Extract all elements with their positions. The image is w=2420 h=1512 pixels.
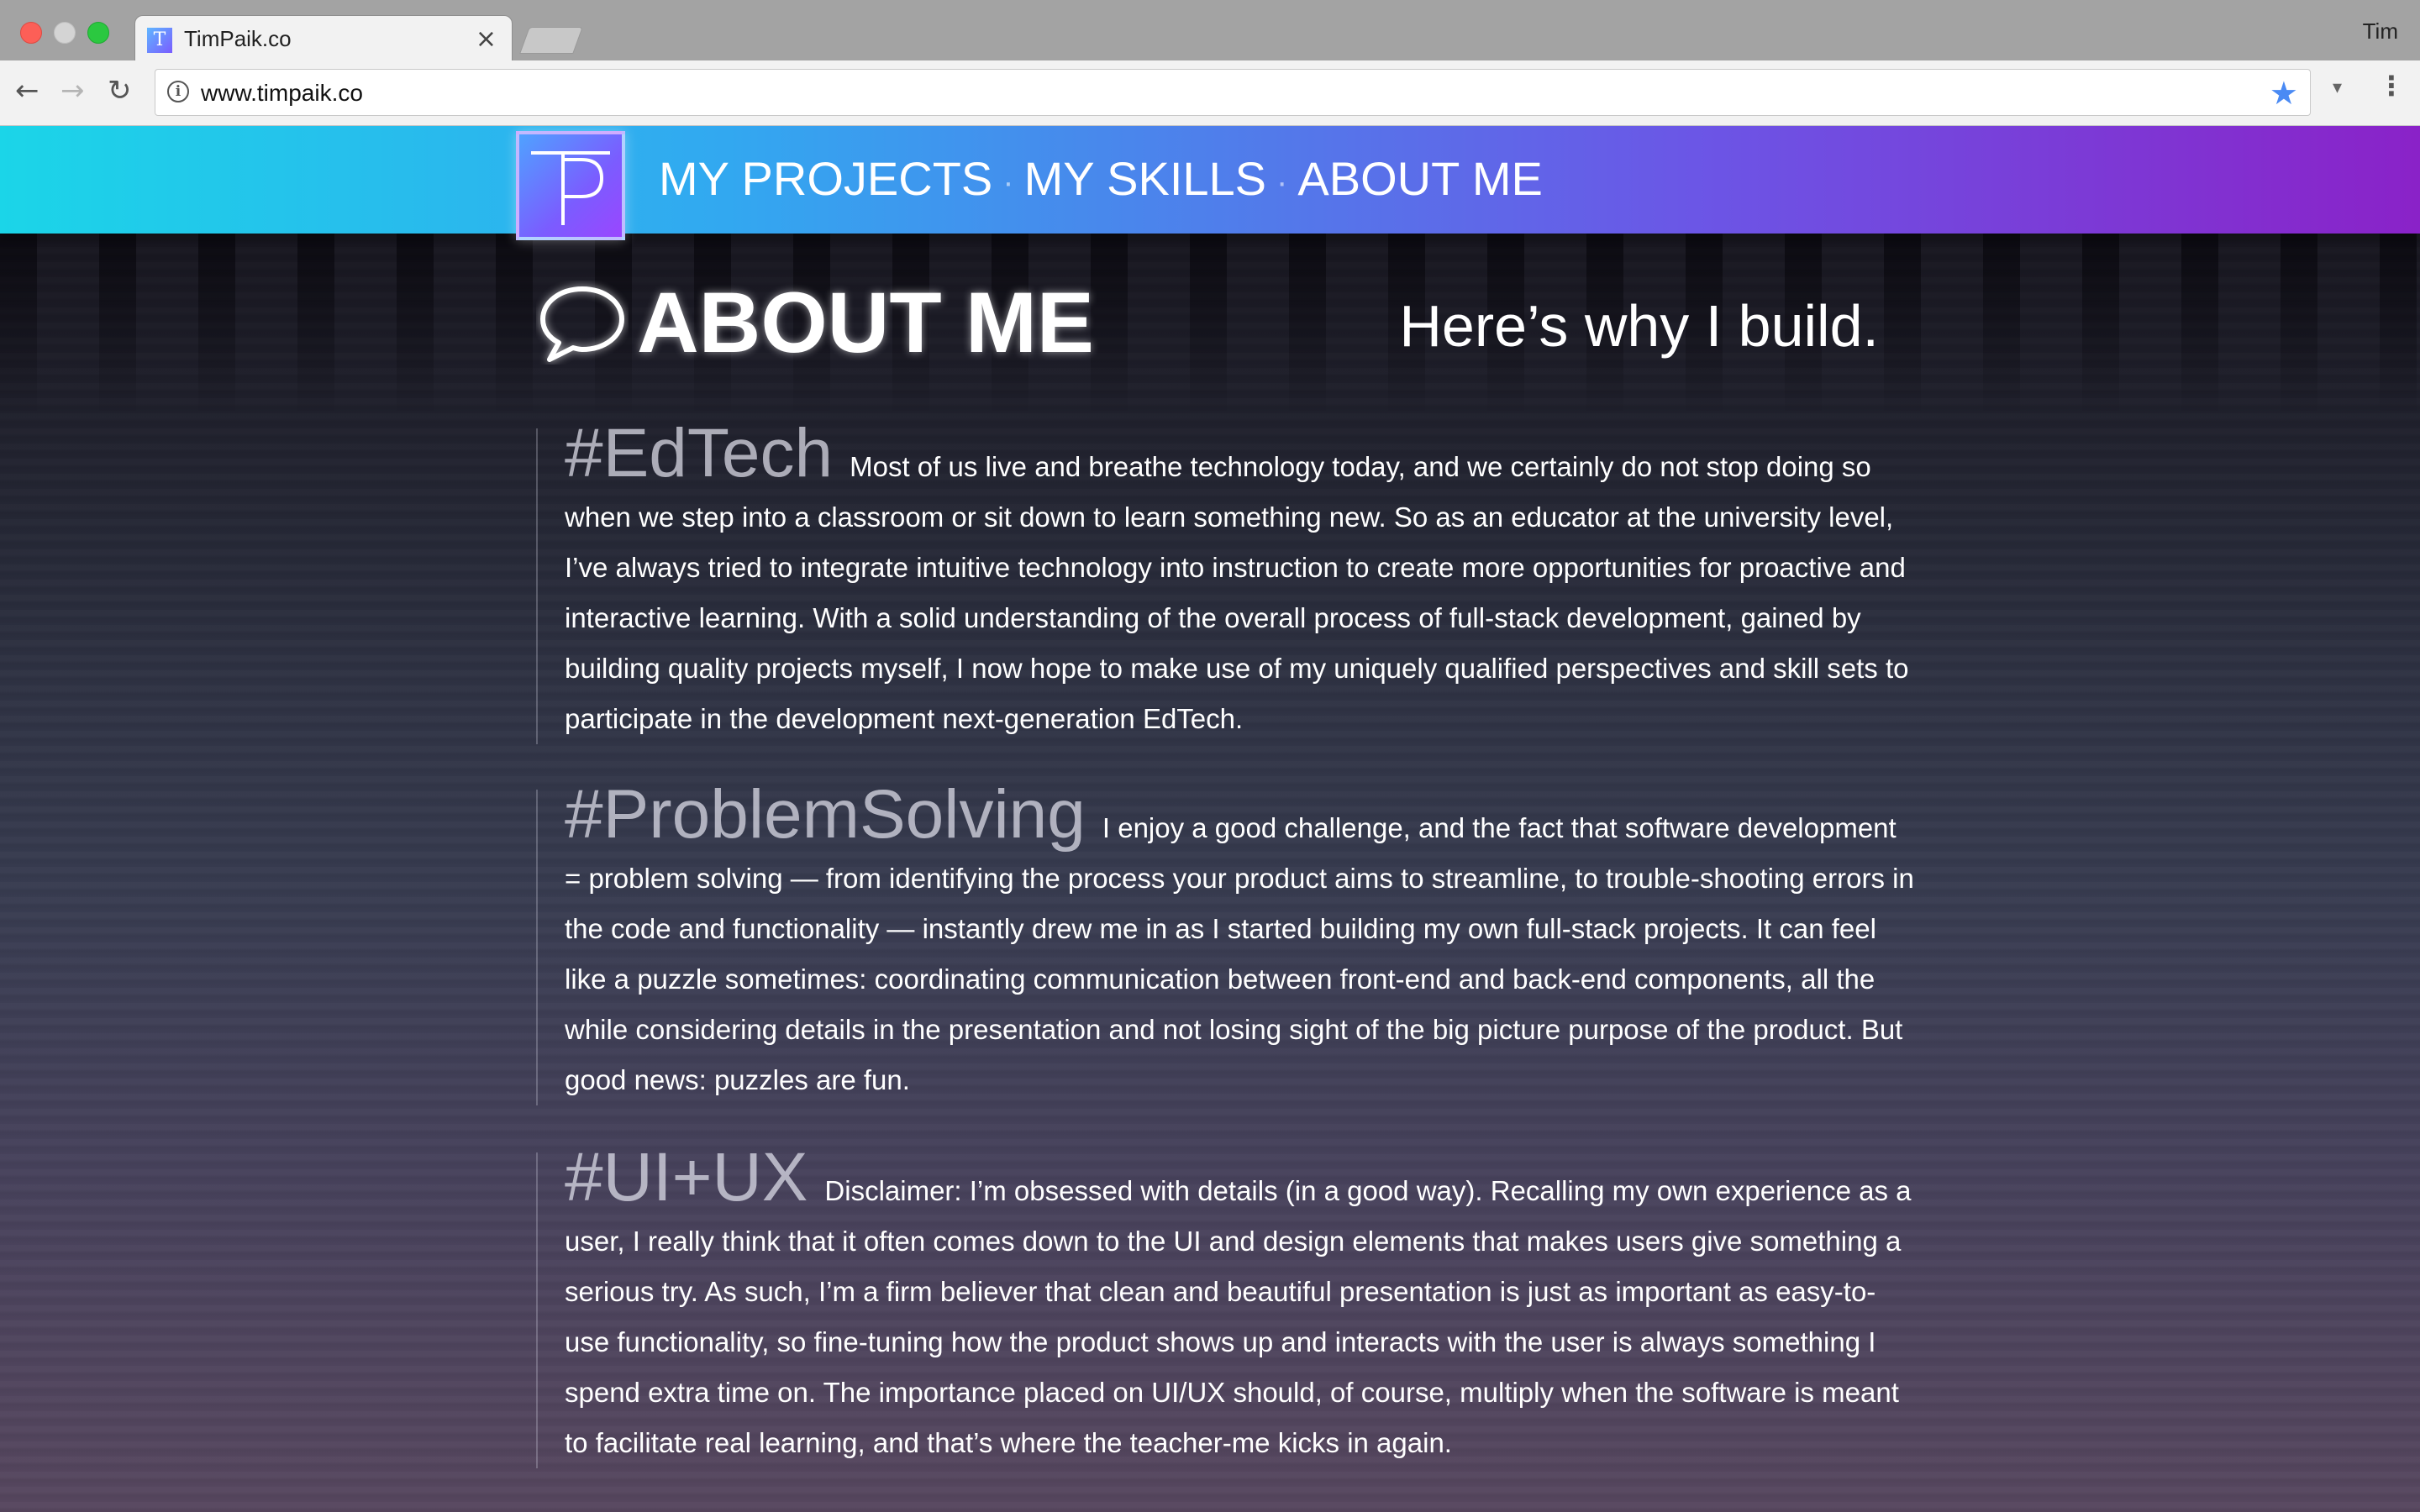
- tab-title: TimPaik.co: [184, 26, 292, 51]
- nav-separator: ·: [1002, 163, 1014, 201]
- window-minimize-button[interactable]: [54, 22, 76, 44]
- nav-my-skills[interactable]: MY SKILLS: [1024, 152, 1266, 205]
- address-bar[interactable]: i www.timpaik.co ★: [155, 69, 2311, 116]
- page-title: ABOUT ME: [637, 275, 1094, 370]
- new-tab-button[interactable]: [519, 27, 583, 54]
- window-close-button[interactable]: [20, 22, 42, 44]
- page-content: MY PROJECTS · MY SKILLS · ABOUT ME ABOUT ME …: [0, 126, 2420, 1512]
- chevron-down-icon[interactable]: ▾: [2333, 77, 2342, 98]
- window-maximize-button[interactable]: [87, 22, 109, 44]
- section-text: Disclaimer: I’m obsessed with details (i…: [565, 1175, 1912, 1458]
- section-text: I enjoy a good challenge, and the fact t…: [565, 812, 1914, 1095]
- section-heading: #ProblemSolving: [565, 776, 1086, 853]
- site-header: MY PROJECTS · MY SKILLS · ABOUT ME: [0, 126, 2420, 240]
- about-section-edtech: #EdTech Most of us live and breathe techn…: [536, 419, 1914, 744]
- back-arrow-icon[interactable]: ←: [15, 74, 39, 108]
- speech-bubble-icon: [540, 286, 624, 362]
- section-text: Most of us live and breathe technology t…: [565, 451, 1909, 734]
- tab-close-icon[interactable]: ×: [476, 24, 497, 54]
- url-text[interactable]: www.timpaik.co: [201, 80, 363, 107]
- section-heading: #EdTech: [565, 415, 834, 491]
- browser-tab-bar: T TimPaik.co × Tim: [0, 0, 2420, 62]
- nav-my-projects[interactable]: MY PROJECTS: [659, 152, 992, 205]
- main-nav: MY PROJECTS · MY SKILLS · ABOUT ME: [659, 151, 1543, 206]
- menu-dots-icon[interactable]: ⋮: [2378, 72, 2405, 99]
- nav-separator: ·: [1276, 163, 1288, 201]
- site-logo[interactable]: [516, 131, 625, 240]
- title-row: ABOUT ME Here’s why I build.: [531, 274, 1892, 375]
- star-icon[interactable]: ★: [2270, 75, 2298, 112]
- profile-name[interactable]: Tim: [2363, 18, 2398, 45]
- about-section-problem-solving: #ProblemSolving I enjoy a good challenge,…: [536, 780, 1914, 1105]
- tagline: Here’s why I build.: [1399, 293, 1879, 359]
- section-heading: #UI+UX: [565, 1139, 808, 1215]
- about-section-ui-ux: #UI+UX Disclaimer: I’m obsessed with deta…: [536, 1143, 1914, 1468]
- nav-about-me[interactable]: ABOUT ME: [1297, 152, 1542, 205]
- browser-toolbar: ← → ↻ i www.timpaik.co ★ ▾ ⋮: [0, 60, 2420, 126]
- info-icon[interactable]: i: [167, 81, 189, 102]
- reload-icon[interactable]: ↻: [108, 74, 132, 108]
- browser-tab[interactable]: T TimPaik.co ×: [134, 15, 513, 62]
- forward-arrow-icon[interactable]: →: [60, 74, 85, 108]
- favicon-icon: T: [147, 28, 172, 53]
- logo-mark: [531, 151, 610, 225]
